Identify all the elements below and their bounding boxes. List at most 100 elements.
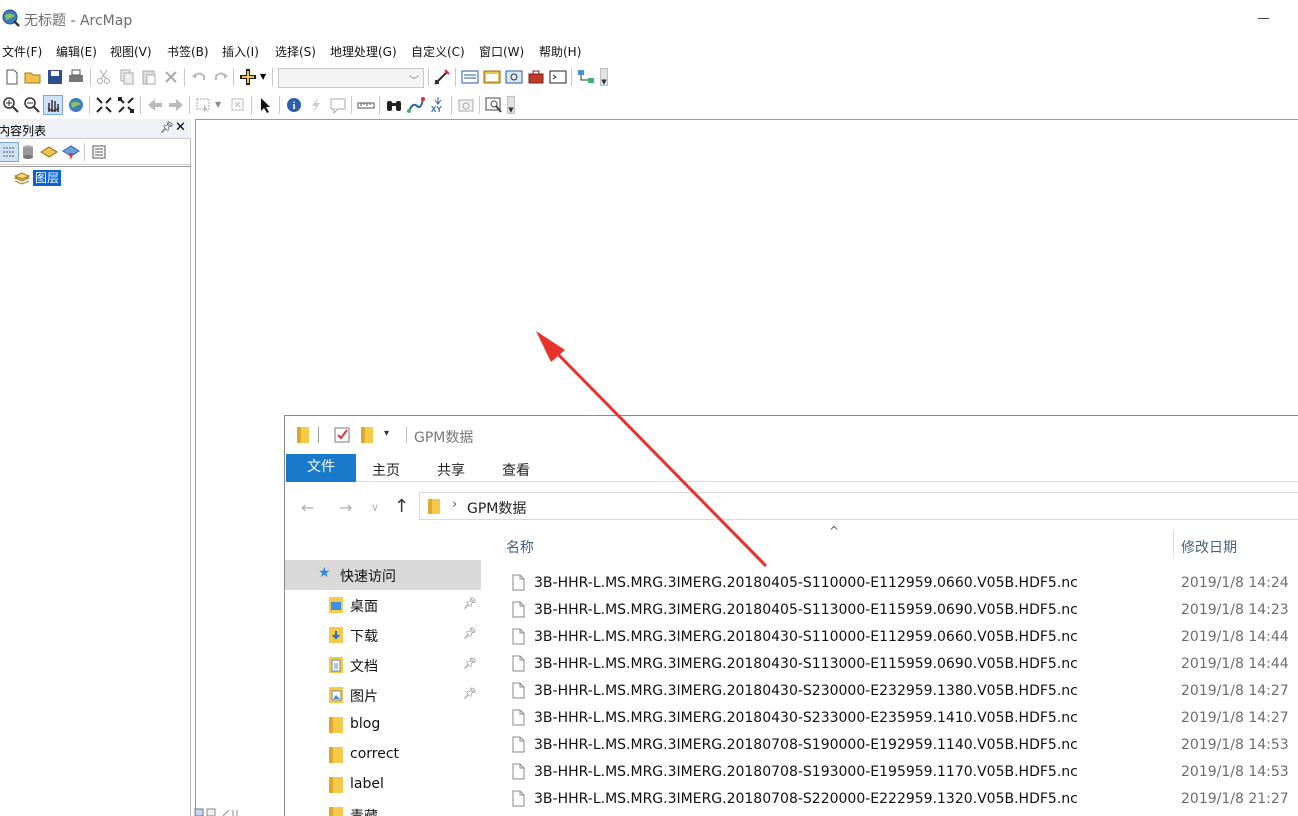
menu-geoprocessing[interactable]: 地理处理(G) (330, 43, 397, 60)
menu-windows[interactable]: 窗口(W) (479, 43, 524, 60)
close-icon[interactable]: ✕ (175, 120, 186, 135)
pin-icon[interactable]: 📌︎ (160, 121, 174, 134)
nav-item-correct[interactable]: correct (285, 740, 481, 770)
catalog-window-icon[interactable] (483, 68, 501, 86)
menu-selection[interactable]: 选择(S) (275, 43, 316, 60)
list-by-visibility-icon[interactable] (40, 143, 58, 161)
file-row[interactable]: 3B-HHR-L.MS.MRG.3IMERG.20180708-S193000-… (485, 759, 1298, 786)
back-arrow-icon[interactable]: ← (301, 498, 314, 517)
breadcrumb-chevron-icon[interactable]: › (452, 497, 457, 512)
find-binoculars-icon[interactable] (385, 96, 403, 114)
nav-item-downloads[interactable]: 下载 📌︎ (285, 620, 481, 650)
select-dropdown-icon[interactable]: ▼ (215, 100, 221, 109)
viewer-window-icon[interactable] (485, 96, 503, 114)
nav-item-documents[interactable]: 文档 📌︎ (285, 650, 481, 680)
address-box[interactable]: › GPM数据 (419, 492, 1298, 520)
go-to-xy-icon[interactable]: XY (429, 96, 447, 114)
fixed-zoom-out-icon[interactable] (117, 96, 135, 114)
tab-home[interactable]: 主页 (372, 460, 400, 480)
html-popup-icon[interactable] (329, 96, 347, 114)
zoom-in-icon[interactable] (2, 96, 20, 114)
new-document-icon[interactable] (3, 68, 21, 86)
print-icon[interactable] (67, 68, 85, 86)
pin-icon[interactable]: 📌︎ (463, 627, 477, 640)
minimize-button[interactable] (1249, 8, 1279, 30)
go-forward-icon[interactable] (167, 96, 185, 114)
view-toggle-icons[interactable] (193, 808, 273, 816)
breadcrumb-item[interactable]: GPM数据 (467, 498, 526, 518)
data-frame-layers[interactable]: 图层 (33, 170, 62, 186)
menu-bookmarks[interactable]: 书签(B) (167, 43, 209, 60)
open-folder-icon[interactable] (24, 68, 42, 86)
file-row[interactable]: 3B-HHR-L.MS.MRG.3IMERG.20180405-S110000-… (485, 570, 1298, 597)
add-data-icon[interactable] (239, 68, 257, 86)
select-elements-arrow-icon[interactable] (257, 96, 275, 114)
pin-icon[interactable]: 📌︎ (463, 657, 477, 670)
menu-edit[interactable]: 编辑(E) (56, 43, 97, 60)
file-row[interactable]: 3B-HHR-L.MS.MRG.3IMERG.20180405-S113000-… (485, 597, 1298, 624)
redo-icon[interactable] (212, 68, 230, 86)
save-icon[interactable] (46, 68, 64, 86)
go-back-icon[interactable] (146, 96, 164, 114)
column-header-date[interactable]: 修改日期 (1181, 537, 1237, 557)
editor-toolbar-icon[interactable] (433, 68, 451, 86)
nav-item-qingzang[interactable]: 青藏 (285, 800, 481, 816)
identify-icon[interactable]: i (285, 96, 303, 114)
file-row[interactable]: 3B-HHR-L.MS.MRG.3IMERG.20180430-S233000-… (485, 705, 1298, 732)
hyperlink-lightning-icon[interactable] (307, 96, 325, 114)
list-by-selection-icon[interactable] (62, 143, 80, 161)
file-row[interactable]: 3B-HHR-L.MS.MRG.3IMERG.20180708-S190000-… (485, 732, 1298, 759)
pan-hand-icon[interactable] (43, 95, 63, 115)
pin-icon[interactable]: 📌︎ (463, 687, 477, 700)
copy-icon[interactable] (118, 68, 136, 86)
nav-item-pictures[interactable]: 图片 📌︎ (285, 680, 481, 710)
full-extent-globe-icon[interactable] (67, 96, 85, 114)
recent-locations-icon[interactable]: ∨ (371, 501, 379, 514)
toolbar-options-icon[interactable]: ▼ (507, 96, 515, 114)
file-row[interactable]: 3B-HHR-L.MS.MRG.3IMERG.20180430-S113000-… (485, 651, 1298, 678)
table-of-contents-icon[interactable] (461, 68, 479, 86)
undo-icon[interactable] (190, 68, 208, 86)
new-folder-icon[interactable] (361, 427, 373, 443)
list-by-source-icon[interactable] (19, 143, 37, 161)
toolbar-options-icon[interactable]: ▼ (600, 68, 608, 86)
file-row[interactable]: 3B-HHR-L.MS.MRG.3IMERG.20180430-S110000-… (485, 624, 1298, 651)
menu-file[interactable]: 文件(F) (2, 43, 42, 60)
up-arrow-icon[interactable]: ↑ (394, 496, 409, 517)
file-row[interactable]: 3B-HHR-L.MS.MRG.3IMERG.20180430-S230000-… (485, 678, 1298, 705)
arctoolbox-icon[interactable] (527, 68, 545, 86)
find-route-icon[interactable] (407, 96, 425, 114)
map-scale-combobox[interactable]: ﹀ (278, 68, 424, 88)
add-data-dropdown-icon[interactable]: ▼ (260, 72, 266, 81)
nav-item-label[interactable]: label (285, 770, 481, 800)
menu-insert[interactable]: 插入(I) (222, 43, 259, 60)
fixed-zoom-in-icon[interactable] (95, 96, 113, 114)
tab-view[interactable]: 查看 (502, 460, 530, 480)
forward-arrow-icon[interactable]: → (339, 498, 352, 517)
column-divider[interactable] (1173, 531, 1174, 559)
tab-file[interactable]: 文件 (286, 454, 356, 482)
delete-icon[interactable] (162, 68, 180, 86)
list-by-drawing-order-icon[interactable] (0, 142, 19, 162)
nav-item-blog[interactable]: blog (285, 710, 481, 740)
search-window-icon[interactable] (505, 68, 523, 86)
menu-customize[interactable]: 自定义(C) (411, 43, 465, 60)
nav-quick-access[interactable]: ★ 快速访问 (285, 560, 481, 590)
model-builder-icon[interactable] (577, 68, 595, 86)
paste-icon[interactable] (140, 68, 158, 86)
properties-check-icon[interactable] (334, 426, 350, 443)
select-features-icon[interactable] (195, 96, 213, 114)
zoom-out-icon[interactable] (23, 96, 41, 114)
menu-help[interactable]: 帮助(H) (539, 43, 581, 60)
column-header-name[interactable]: 名称 (506, 537, 534, 557)
clear-selection-icon[interactable] (229, 96, 247, 114)
python-window-icon[interactable] (549, 68, 567, 86)
time-slider-icon[interactable] (457, 96, 475, 114)
nav-item-desktop[interactable]: 桌面 📌︎ (285, 590, 481, 620)
customize-quick-access-icon[interactable]: ▾ (384, 428, 389, 439)
file-row[interactable]: 3B-HHR-L.MS.MRG.3IMERG.20180708-S220000-… (485, 786, 1298, 813)
toc-options-icon[interactable] (90, 143, 108, 161)
pin-icon[interactable]: 📌︎ (463, 597, 477, 610)
cut-icon[interactable] (95, 68, 113, 86)
tab-share[interactable]: 共享 (437, 460, 465, 480)
